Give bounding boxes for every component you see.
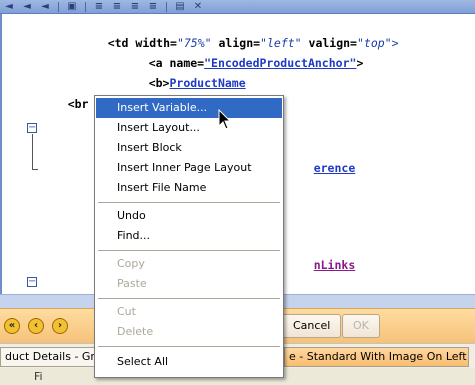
links-variable: nLinks <box>313 258 356 272</box>
product-name-variable: ProductName <box>169 76 246 90</box>
menu-separator <box>98 250 280 251</box>
tab-standard-with-image[interactable]: e - Standard With Image On Left <box>284 347 469 367</box>
bottom-panel-label: Fi <box>34 370 43 383</box>
fold-guide <box>32 134 33 169</box>
format-icon[interactable]: ≡ <box>146 1 160 13</box>
toolbar-separator <box>166 1 167 12</box>
menu-item-delete[interactable]: Delete <box>96 322 282 342</box>
menu-separator <box>98 346 280 347</box>
menu-item-paste[interactable]: Paste <box>96 274 282 294</box>
menu-item-insert-inner-page-layout[interactable]: Insert Inner Page Layout <box>96 158 282 178</box>
menu-item-find[interactable]: Find... <box>96 226 282 246</box>
back-arrow-icon[interactable]: ◄ <box>2 1 16 13</box>
menu-item-insert-layout[interactable]: Insert Layout... <box>96 118 282 138</box>
editor-toolbar: ◄ ◄ ◄ ▣ ≡ ≡ ≡ ≡ ▤ ✕ <box>0 0 475 14</box>
ok-button[interactable]: OK <box>342 314 380 338</box>
menu-item-copy[interactable]: Copy <box>96 254 282 274</box>
code-fragment: nLinks <box>286 244 356 286</box>
table-icon[interactable]: ▤ <box>173 1 187 13</box>
tab-product-details[interactable]: duct Details - Gre <box>0 347 96 367</box>
menu-item-select-all[interactable]: Select All <box>96 352 282 372</box>
format-icon[interactable]: ≡ <box>128 1 142 13</box>
reference-variable: erence <box>313 161 356 175</box>
format-icon[interactable]: ≡ <box>92 1 106 13</box>
next-icon[interactable]: › <box>52 318 68 334</box>
forward-arrow-icon[interactable]: ◄ <box>20 1 34 13</box>
cancel-button[interactable]: Cancel <box>282 314 342 338</box>
mouse-cursor-icon <box>218 109 232 130</box>
toolbar-separator <box>58 1 59 12</box>
menu-item-insert-file-name[interactable]: Insert File Name <box>96 178 282 198</box>
a-tag-close: > <box>356 56 364 70</box>
back-icon[interactable]: « <box>4 318 20 334</box>
image-icon[interactable]: ▣ <box>65 1 79 13</box>
fold-guide <box>32 169 38 170</box>
toolbar-separator <box>85 1 86 12</box>
code-fragment: erence <box>286 147 356 189</box>
menu-item-cut[interactable]: Cut <box>96 302 282 322</box>
menu-separator <box>98 298 280 299</box>
format-icon[interactable]: ≡ <box>110 1 124 13</box>
context-menu: Insert Variable... Insert Layout... Inse… <box>94 95 284 378</box>
menu-item-insert-variable[interactable]: Insert Variable... <box>96 98 282 118</box>
menu-separator <box>98 202 280 203</box>
previous-icon[interactable]: ‹ <box>28 318 44 334</box>
close-icon[interactable]: ✕ <box>191 1 205 13</box>
menu-item-undo[interactable]: Undo <box>96 206 282 226</box>
collapse-icon[interactable]: − <box>27 123 37 133</box>
refresh-icon[interactable]: ◄ <box>38 1 52 13</box>
collapse-icon[interactable]: − <box>27 277 37 287</box>
menu-item-insert-block[interactable]: Insert Block <box>96 138 282 158</box>
